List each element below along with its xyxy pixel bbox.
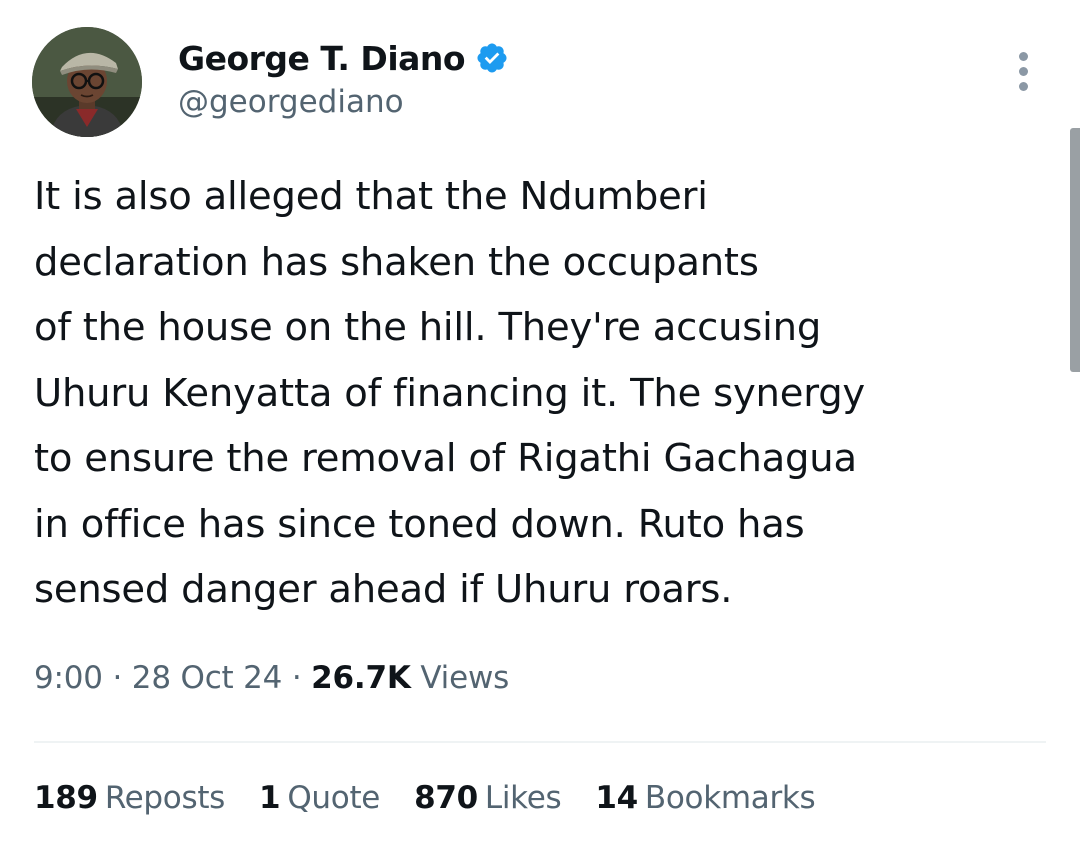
bookmarks-stat[interactable]: 14 Bookmarks (595, 780, 815, 816)
views-label: Views (420, 660, 510, 696)
more-options-icon[interactable] (1010, 50, 1040, 94)
divider (34, 741, 1046, 743)
tweet-text-line: Uhuru Kenyatta of financing it. The syne… (34, 370, 866, 416)
views-count: 26.7K (311, 660, 411, 696)
tweet-text-line: It is also alleged that the Ndumberi (34, 174, 708, 219)
avatar-image (32, 27, 142, 137)
more-dot (1019, 52, 1028, 61)
likes-stat[interactable]: 870 Likes (414, 780, 562, 816)
verified-badge-icon[interactable] (475, 41, 509, 75)
author-display-name[interactable]: George T. Diano (178, 39, 466, 78)
quotes-stat[interactable]: 1 Quote (259, 780, 380, 816)
quotes-label: Quote (287, 780, 381, 816)
author-name-row: George T. Diano (178, 34, 509, 82)
reposts-label: Reposts (104, 780, 226, 816)
tweet-text: It is also alleged that the Ndumberi dec… (34, 164, 1044, 623)
tweet-meta: 9:00 · 28 Oct 24 · 26.7K Views (34, 660, 509, 696)
tweet-text-line: declaration has shaken the occupants (34, 239, 759, 285)
meta-separator: · (291, 660, 302, 696)
tweet-text-line: to ensure the removal of Rigathi Gachagu… (34, 436, 857, 481)
tweet-text-line: of the house on the hill. They're accusi… (34, 305, 822, 350)
more-dot (1019, 67, 1028, 76)
tweet-detail: George T. Diano @georgediano It is also … (0, 0, 1080, 846)
likes-count: 870 (414, 780, 478, 816)
author-avatar[interactable] (32, 27, 142, 137)
tweet-text-line: in office has since toned down. Ruto has (34, 501, 805, 547)
reposts-stat[interactable]: 189 Reposts (34, 780, 225, 816)
tweet-time[interactable]: 9:00 (34, 660, 103, 696)
engagement-stats: 189 Reposts 1 Quote 870 Likes 14 Bookmarks (34, 780, 816, 816)
more-dot (1019, 82, 1028, 91)
bookmarks-label: Bookmarks (644, 780, 816, 816)
scrollbar-thumb[interactable] (1070, 128, 1080, 372)
likes-label: Likes (484, 780, 562, 816)
tweet-date[interactable]: 28 Oct 24 (132, 660, 283, 696)
author-handle[interactable]: @georgediano (178, 84, 404, 120)
reposts-count: 189 (34, 780, 98, 816)
tweet-text-line: sensed danger ahead if Uhuru roars. (34, 567, 733, 612)
meta-separator: · (112, 660, 123, 696)
bookmarks-count: 14 (595, 780, 638, 816)
quotes-count: 1 (259, 780, 281, 816)
